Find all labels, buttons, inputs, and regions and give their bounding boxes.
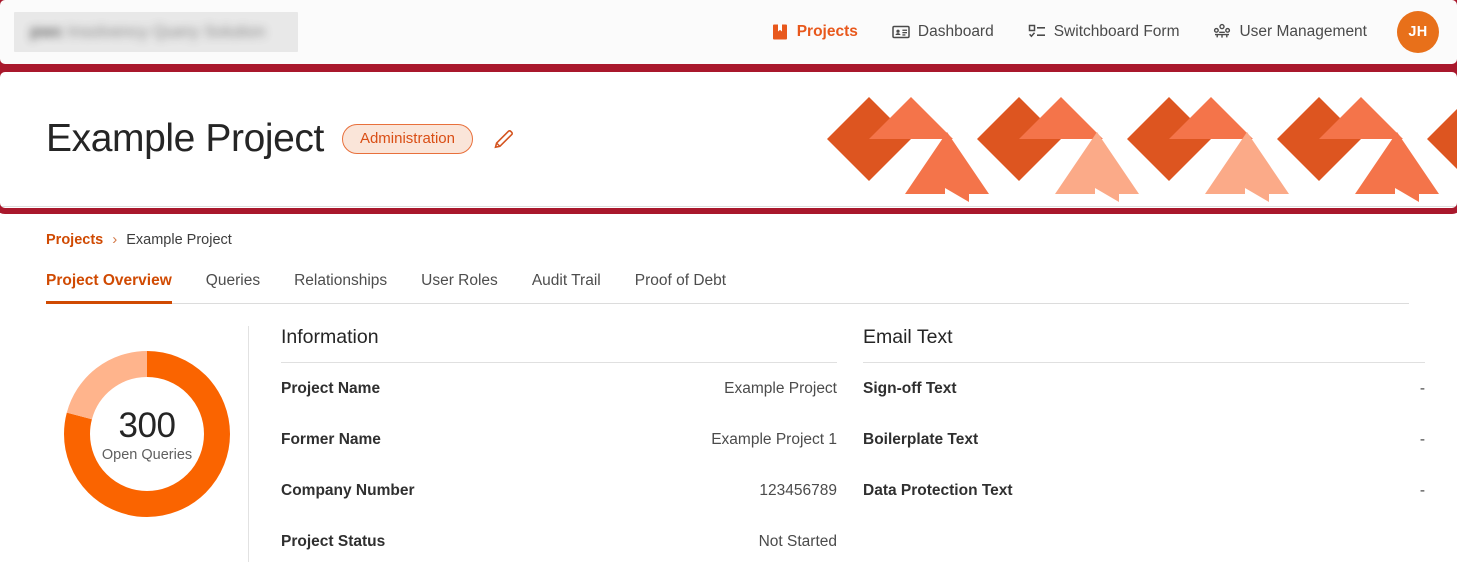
row-value: Example Project (724, 380, 837, 397)
decorative-pattern (817, 84, 1457, 202)
row-key: Project Name (281, 380, 381, 397)
tab-audit-trail[interactable]: Audit Trail (532, 272, 601, 304)
table-row: Boilerplate Text - (863, 414, 1425, 465)
breadcrumb: Projects › Example Project (46, 231, 1457, 248)
row-key: Boilerplate Text (863, 431, 979, 448)
app-logo[interactable]: pwc Insolvency Query Solution (14, 12, 298, 52)
row-value: Not Started (758, 533, 837, 550)
nav-label: User Management (1239, 23, 1367, 40)
breadcrumb-current: Example Project (126, 231, 232, 248)
nav-item-dashboard[interactable]: Dashboard (892, 23, 994, 41)
table-row: Former Name Example Project 1 (281, 414, 837, 465)
main-content: Projects › Example Project Project Overv… (0, 207, 1457, 562)
row-key: Company Number (281, 482, 415, 499)
logo-text: pwc Insolvency Query Solution (30, 22, 266, 41)
information-panel: Information Project Name Example Project… (249, 326, 837, 562)
row-value: - (1419, 482, 1425, 499)
nav-item-switchboard-form[interactable]: Switchboard Form (1028, 23, 1180, 41)
row-value: - (1419, 380, 1425, 397)
id-card-icon (892, 23, 910, 41)
chevron-right-icon: › (112, 231, 118, 248)
row-value: 123456789 (759, 482, 837, 499)
app-page: pwc Insolvency Query Solution Projects D… (0, 0, 1457, 562)
table-row: Sign-off Text - (863, 363, 1425, 414)
tab-relationships[interactable]: Relationships (294, 272, 387, 304)
project-banner: Example Project Administration (0, 64, 1457, 207)
status-badge: Administration (341, 124, 473, 154)
open-queries-label: Open Queries (101, 446, 193, 463)
row-key: Former Name (281, 431, 381, 448)
row-key: Data Protection Text (863, 482, 1013, 499)
table-row: Company Number 123456789 (281, 465, 837, 516)
table-row: Project Status Not Started (281, 516, 837, 562)
main-nav: Projects Dashboard Switchboard Form User… (737, 11, 1457, 53)
page-title: Example Project (46, 117, 324, 160)
email-text-title: Email Text (863, 326, 953, 348)
top-navigation-bar: pwc Insolvency Query Solution Projects D… (0, 0, 1457, 64)
nav-label: Dashboard (917, 23, 994, 40)
row-value: - (1419, 431, 1425, 448)
donut-center-label: 300 Open Queries (57, 344, 237, 524)
nav-label: Switchboard Form (1053, 23, 1180, 40)
table-row: Data Protection Text - (863, 465, 1425, 516)
open-queries-chart: 300 Open Queries (46, 326, 248, 562)
checklist-icon (1028, 23, 1046, 41)
row-key: Sign-off Text (863, 380, 957, 397)
open-queries-value: 300 (118, 405, 176, 445)
tab-user-roles[interactable]: User Roles (421, 272, 498, 304)
pencil-icon[interactable] (491, 126, 517, 152)
tab-queries[interactable]: Queries (206, 272, 260, 304)
nav-item-user-management[interactable]: User Management (1213, 23, 1367, 41)
row-key: Project Status (281, 533, 386, 550)
tab-project-overview[interactable]: Project Overview (46, 272, 172, 304)
tab-bar: Project Overview Queries Relationships U… (46, 272, 1409, 304)
avatar[interactable]: JH (1397, 11, 1439, 53)
avatar-initials: JH (1408, 24, 1428, 40)
people-icon (1213, 23, 1231, 41)
tab-proof-of-debt[interactable]: Proof of Debt (635, 272, 726, 304)
nav-label: Projects (796, 23, 858, 40)
project-title-row: Example Project Administration (46, 117, 517, 161)
information-title: Information (281, 326, 379, 348)
book-icon (771, 23, 789, 41)
table-row: Project Name Example Project (281, 363, 837, 414)
email-text-panel: Email Text Sign-off Text - Boilerplate T… (837, 326, 1425, 562)
row-value: Example Project 1 (711, 431, 837, 448)
nav-item-projects[interactable]: Projects (771, 23, 858, 41)
breadcrumb-root[interactable]: Projects (46, 232, 103, 248)
overview-panels: 300 Open Queries Information Project Nam… (0, 326, 1457, 562)
donut-chart: 300 Open Queries (57, 344, 237, 524)
